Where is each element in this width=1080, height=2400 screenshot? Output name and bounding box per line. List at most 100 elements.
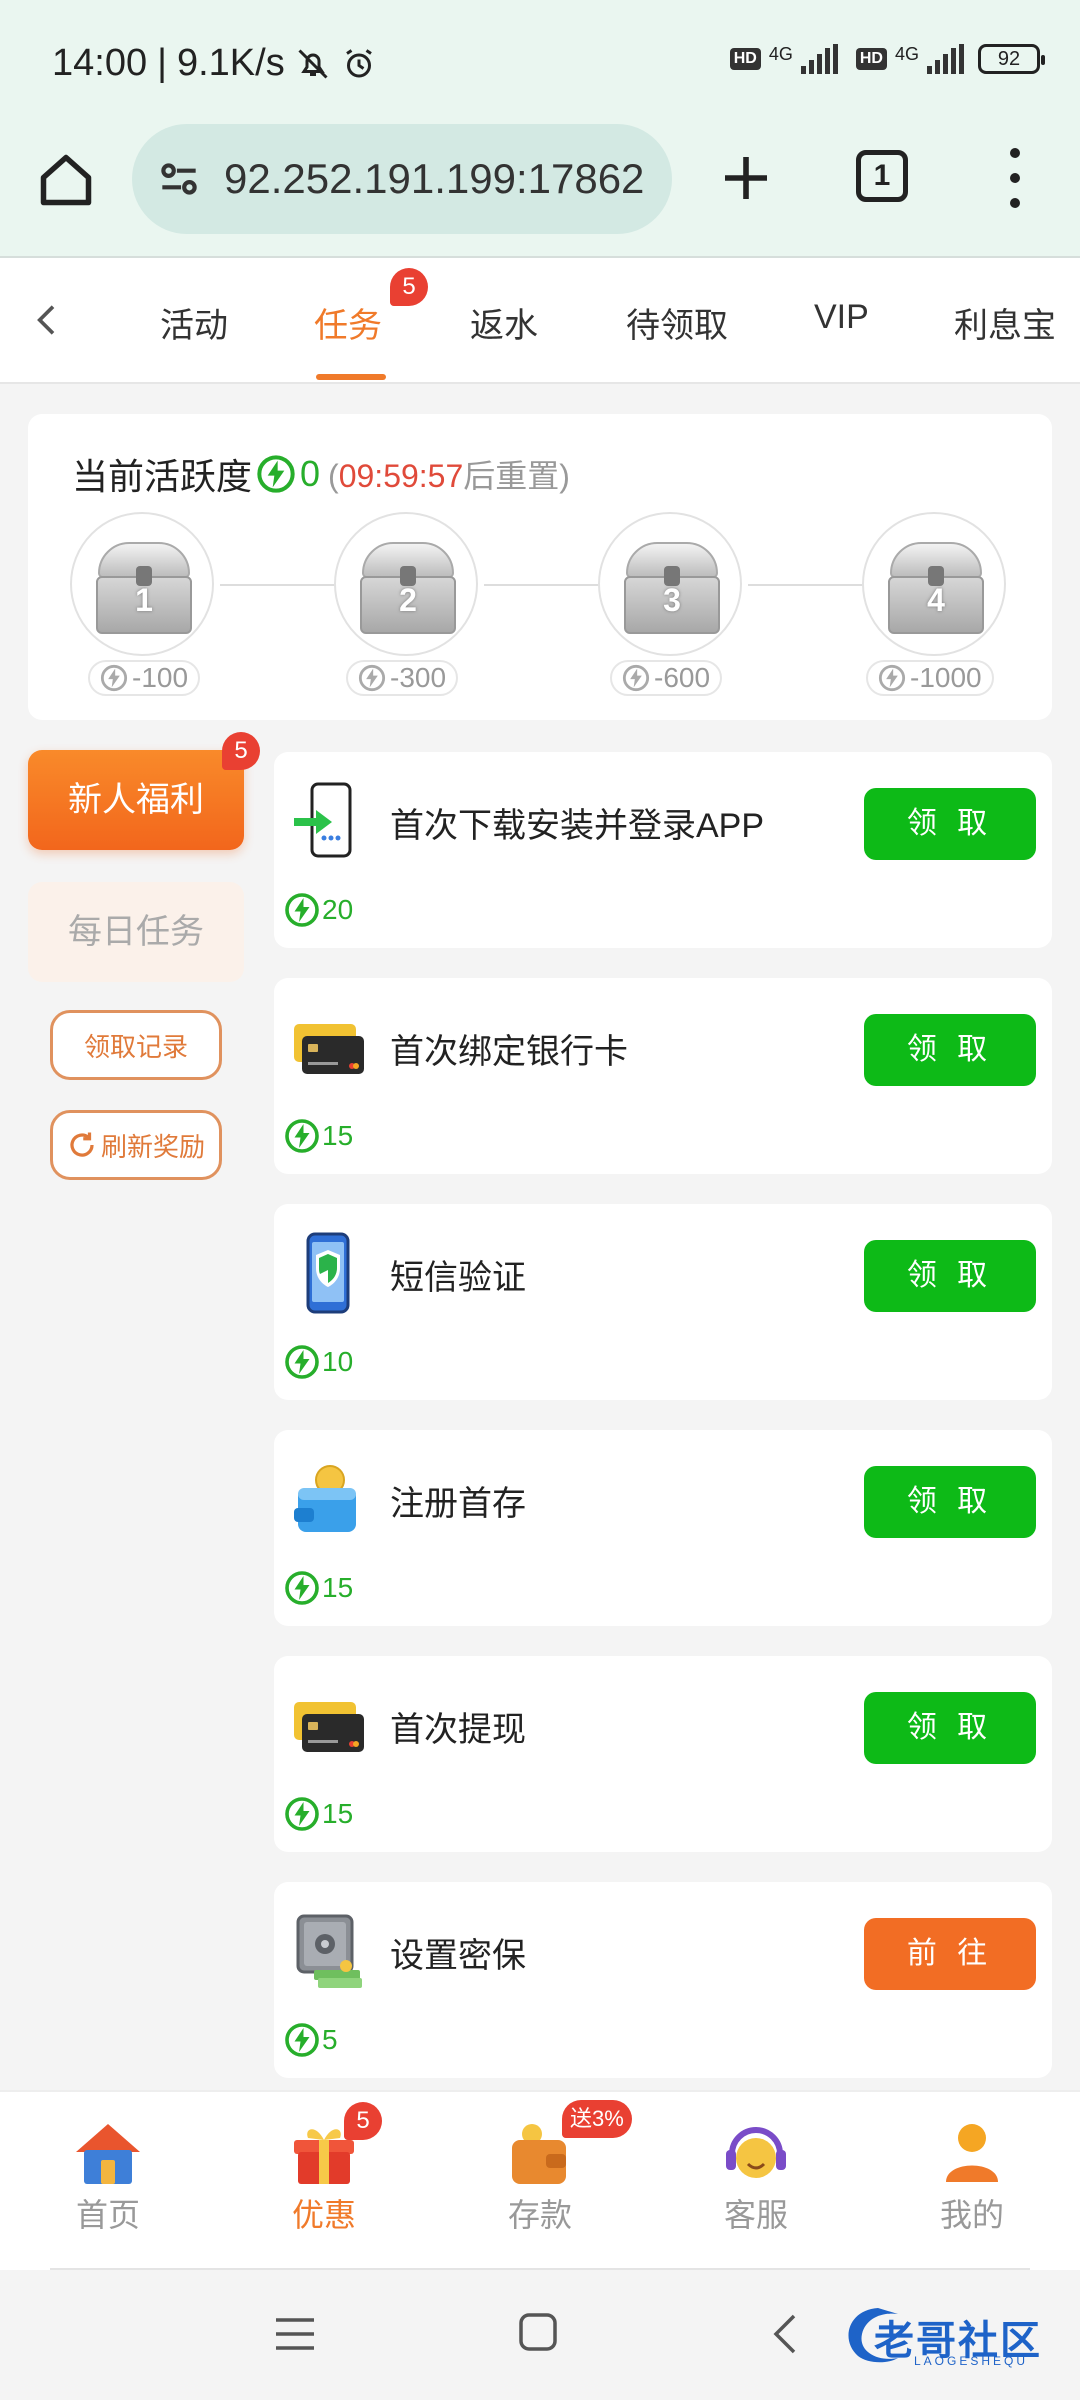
tab-vip[interactable]: VIP: [814, 298, 869, 337]
task-reward: 10: [284, 1344, 353, 1380]
nav-label: 我的: [939, 2197, 1004, 2233]
nav-support[interactable]: 客服: [686, 2116, 826, 2236]
site-settings-icon[interactable]: [154, 154, 204, 204]
network-type: 4G: [894, 44, 919, 64]
task-name: 短信验证: [390, 1259, 526, 1297]
activity-title: 当前活跃度: [72, 456, 253, 497]
task-name: 首次绑定银行卡: [390, 1033, 628, 1071]
treasure-chest-icon[interactable]: 4: [862, 512, 1006, 656]
sidebar-item-daily[interactable]: 每日任务: [28, 882, 244, 982]
nav-mine[interactable]: 我的: [902, 2116, 1042, 2236]
phone-shield-icon: [306, 1232, 350, 1314]
battery-icon: 92: [978, 44, 1045, 74]
net-speed: 9.1K/s: [176, 42, 285, 84]
refresh-label: 刷新奖励: [100, 1131, 205, 1162]
claim-button[interactable]: 领 取: [864, 1466, 1036, 1538]
treasure-chest-icon[interactable]: 2: [334, 512, 478, 656]
task-card: 首次下载安装并登录APP 20 领 取: [274, 752, 1052, 948]
activity-value: 0: [300, 453, 321, 494]
app-download-icon: [294, 782, 352, 858]
progress-arrow: [748, 577, 880, 593]
tasks-badge: 5: [390, 268, 428, 306]
task-name: 首次下载安装并登录APP: [390, 807, 765, 845]
claim-record-button[interactable]: 领取记录: [50, 1010, 222, 1080]
claim-button[interactable]: 领 取: [864, 1014, 1036, 1086]
tab-switcher-button[interactable]: 1: [856, 150, 908, 202]
home-icon[interactable]: [36, 150, 96, 210]
headset-icon: [726, 2127, 786, 2178]
back-arrow-icon[interactable]: [28, 298, 68, 342]
chest-points: -600: [610, 660, 723, 696]
energy-bolt-icon: [285, 893, 319, 927]
hd-badge: HD: [855, 48, 887, 70]
energy-bolt-icon: [285, 1119, 319, 1153]
task-reward: 15: [284, 1570, 353, 1606]
mute-bell-icon: [298, 48, 328, 79]
tab-pending[interactable]: 待领取: [626, 298, 728, 347]
status-time: 14:00: [52, 42, 148, 84]
task-name: 注册首存: [390, 1485, 526, 1523]
nav-label: 优惠: [291, 2197, 356, 2233]
chest-number: 2: [399, 582, 417, 618]
chest-points: -100: [88, 660, 201, 696]
more-menu-icon[interactable]: [1000, 148, 1030, 208]
address-bar[interactable]: 92.252.191.199:17862: [132, 124, 672, 234]
promo-badge: 5: [344, 2102, 382, 2140]
refresh-reward-button[interactable]: 刷新奖励: [50, 1110, 222, 1180]
energy-bolt-icon: [285, 1345, 319, 1379]
chest-points: -1000: [866, 660, 994, 696]
browser-toolbar: 92.252.191.199:17862 1: [0, 120, 1080, 258]
wallet-icon: [294, 1465, 356, 1532]
top-tabs: 活动 任务 5 返水 待领取 VIP 利息宝: [0, 258, 1080, 384]
new-tab-icon[interactable]: [718, 150, 774, 206]
tab-rebate[interactable]: 返水: [470, 298, 538, 347]
status-right: HD 4G HD 4G 92: [729, 44, 1045, 74]
energy-bolt-icon: [358, 664, 386, 692]
go-button[interactable]: 前 往: [864, 1918, 1036, 1990]
home-button-icon[interactable]: [518, 2312, 558, 2352]
task-reward: 20: [284, 892, 353, 928]
network-type: 4G: [768, 44, 793, 64]
user-icon: [946, 2124, 998, 2182]
url-text[interactable]: 92.252.191.199:17862: [224, 155, 654, 203]
tab-activity[interactable]: 活动: [160, 298, 228, 347]
task-reward: 5: [284, 2022, 338, 2058]
newbie-badge: 5: [222, 732, 260, 770]
home-icon: [76, 2124, 140, 2184]
watermark-logo: 老哥社区 LAOGESHEQU: [838, 2300, 1074, 2370]
energy-bolt-icon: [100, 664, 128, 692]
bank-card-icon: [294, 1024, 364, 1074]
bank-card-icon: [294, 1702, 364, 1752]
task-reward: 15: [284, 1796, 353, 1832]
chest-number: 1: [135, 582, 153, 618]
deposit-bonus-badge: 送3%: [562, 2100, 632, 2138]
energy-bolt-icon: [257, 455, 295, 493]
signal-icon: [800, 44, 838, 74]
energy-bolt-icon: [285, 1797, 319, 1831]
nav-home[interactable]: 首页: [38, 2116, 178, 2236]
progress-arrow: [220, 577, 352, 593]
treasure-chest-icon[interactable]: 1: [70, 512, 214, 656]
tab-interest[interactable]: 利息宝: [954, 298, 1056, 347]
watermark-subtext: LAOGESHEQU: [914, 2354, 1029, 2368]
claim-button[interactable]: 领 取: [864, 788, 1036, 860]
chest-number: 4: [927, 582, 945, 618]
task-card: 设置密保 5 前 往: [274, 1882, 1052, 2078]
reset-timer: 09:59:57: [338, 458, 464, 494]
sidebar-item-newbie[interactable]: 新人福利: [28, 750, 244, 850]
claim-button[interactable]: 领 取: [864, 1692, 1036, 1764]
reset-suffix: 后重置): [463, 458, 570, 494]
task-name: 首次提现: [390, 1711, 526, 1749]
claim-button[interactable]: 领 取: [864, 1240, 1036, 1312]
nav-label: 客服: [723, 2197, 788, 2233]
recent-apps-icon[interactable]: [274, 2314, 316, 2354]
chest-points: -300: [346, 660, 459, 696]
tab-tasks[interactable]: 任务: [314, 298, 382, 347]
status-bar: 14:00 | 9.1K/s HD 4G HD 4G 92: [0, 0, 1080, 120]
refresh-icon: [70, 1132, 94, 1157]
energy-bolt-icon: [622, 664, 650, 692]
treasure-chest-icon[interactable]: 3: [598, 512, 742, 656]
bottom-nav: 首页 优惠 5 存款 送3% 客服 我的: [0, 2090, 1080, 2270]
back-icon[interactable]: [770, 2312, 800, 2356]
task-card: 短信验证 10 领 取: [274, 1204, 1052, 1400]
